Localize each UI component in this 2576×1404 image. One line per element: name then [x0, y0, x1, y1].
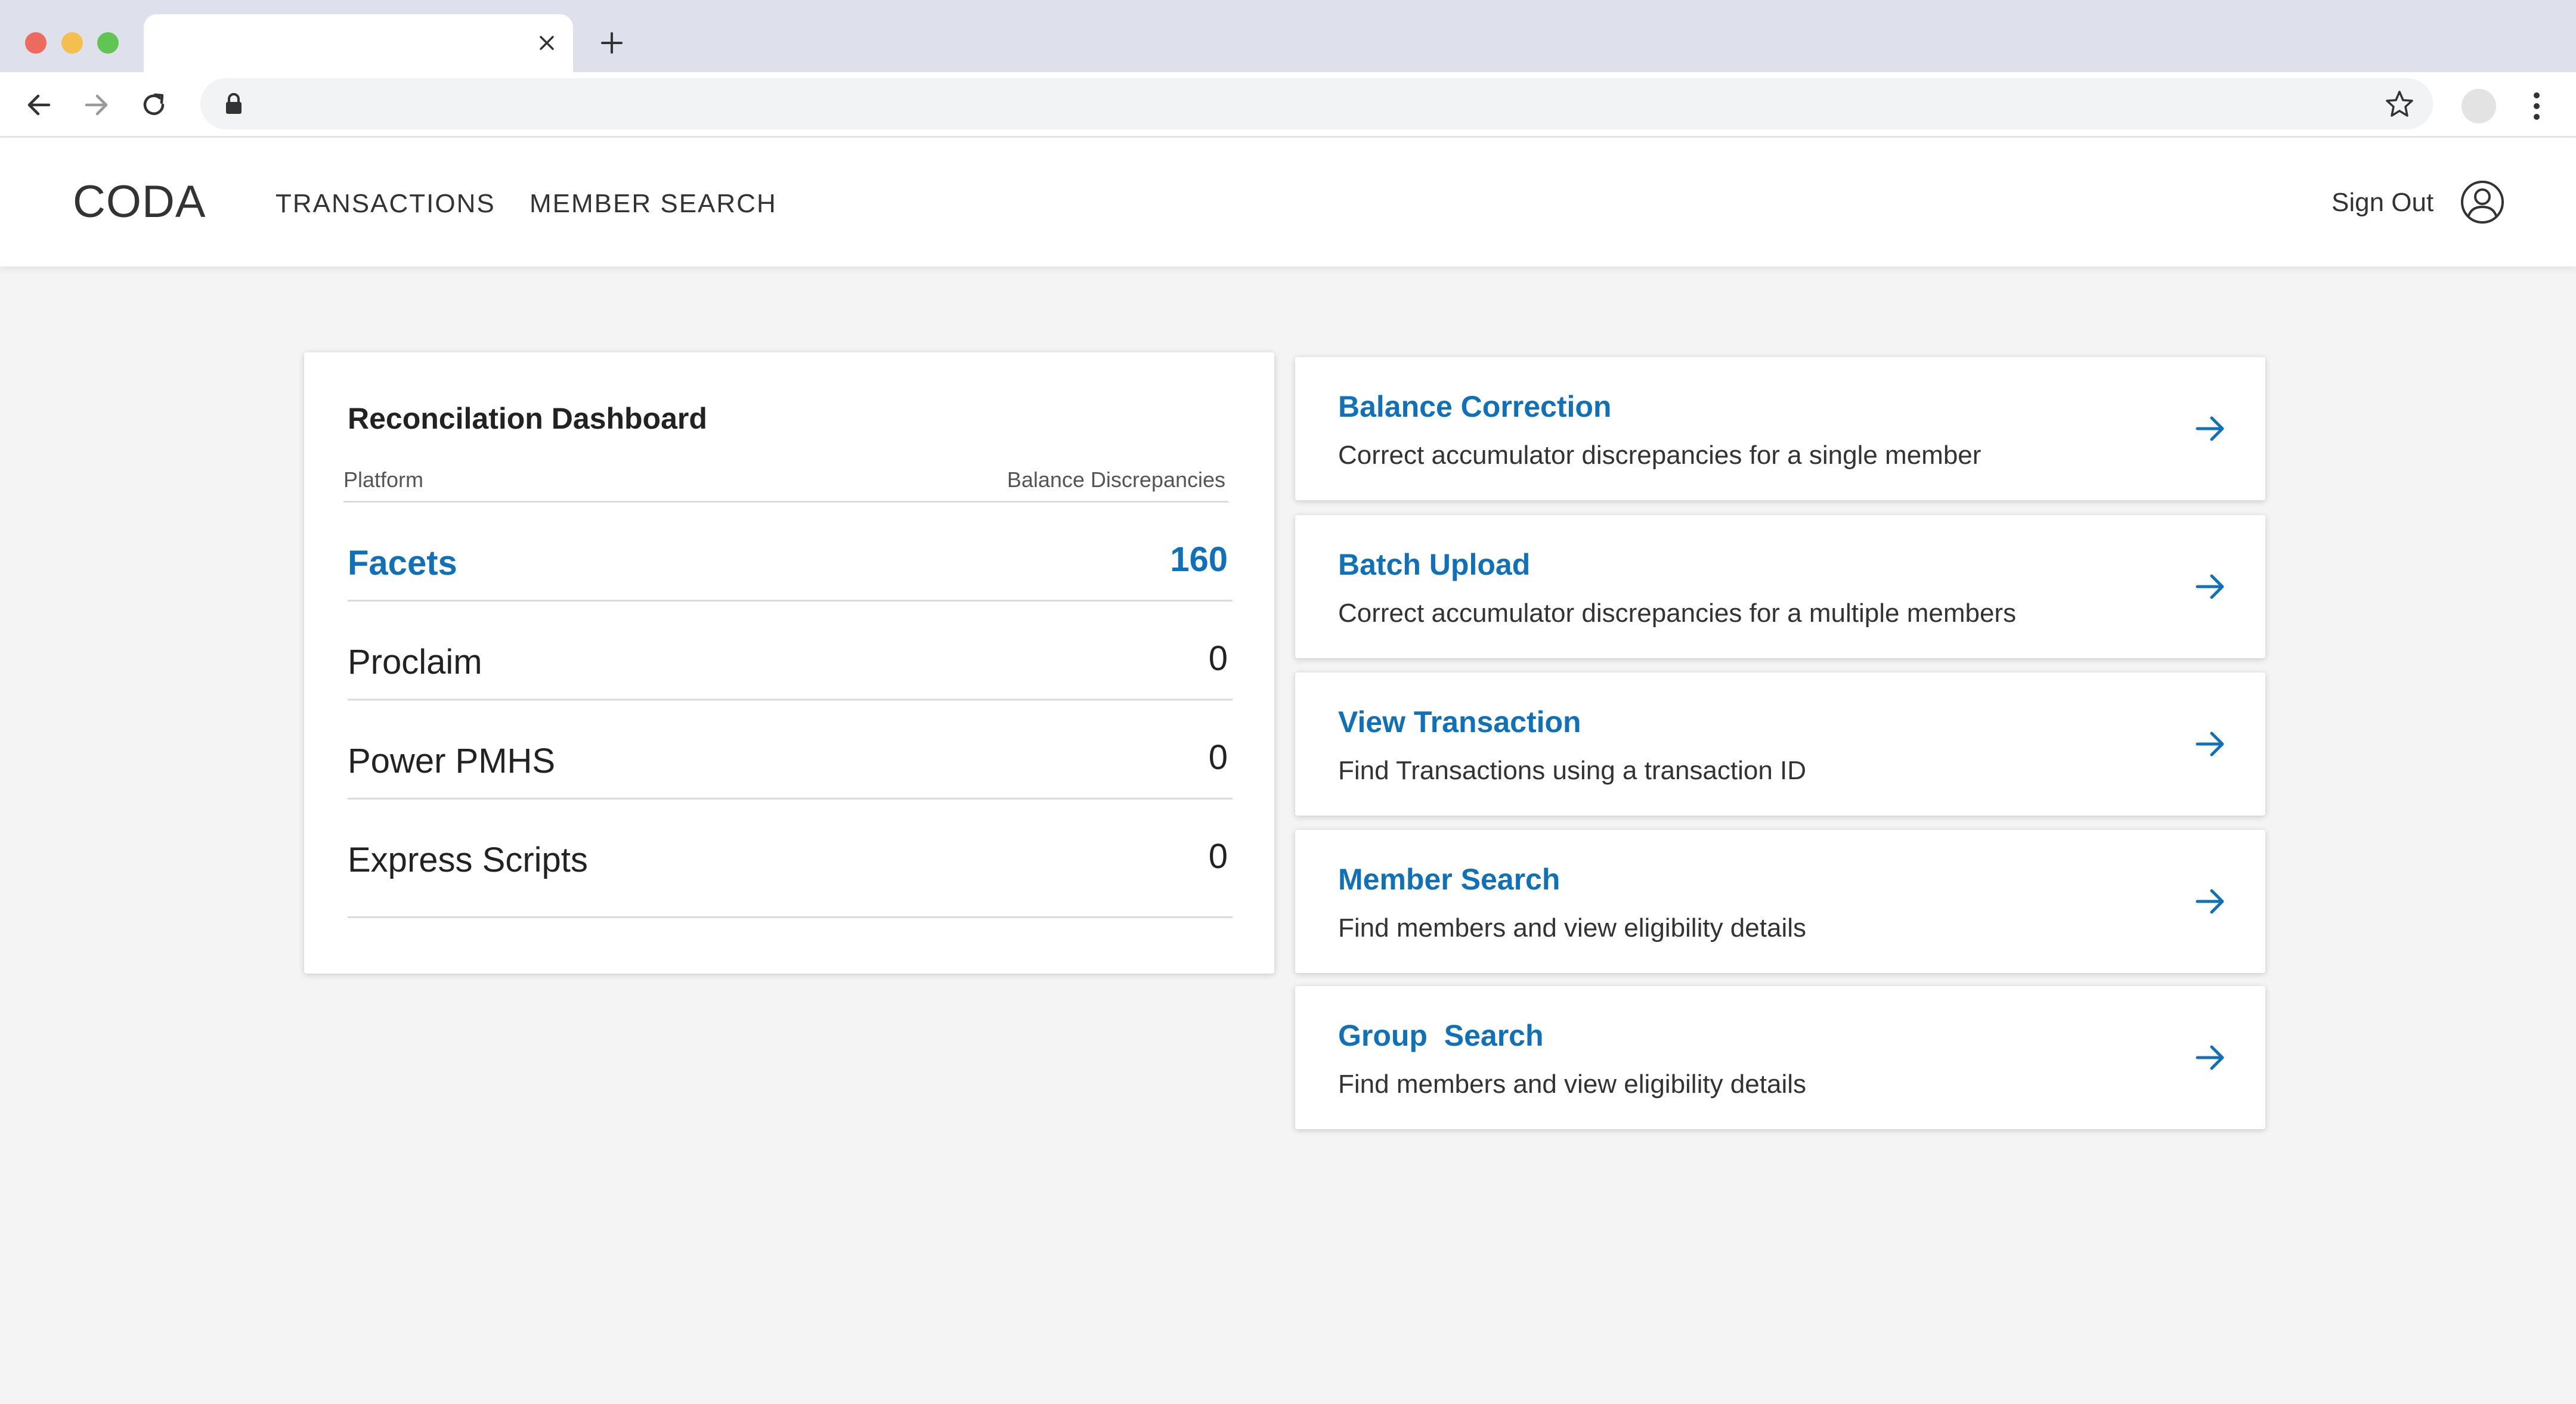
card-description: Correct accumulator discrepancies for a … — [1338, 441, 1981, 470]
window-maximize-button[interactable] — [97, 32, 119, 54]
browser-menu-button[interactable] — [2524, 88, 2550, 125]
platform-name: Facets — [348, 544, 457, 582]
card-title: Member Search — [1338, 863, 1561, 896]
brand-logo[interactable]: CODA — [73, 176, 206, 228]
batch-upload-card[interactable]: Batch Upload Correct accumulator discrep… — [1295, 515, 2265, 658]
browser-toolbar — [0, 72, 2576, 138]
user-circle-icon[interactable] — [2459, 178, 2506, 226]
arrow-right-icon — [2196, 889, 2224, 914]
view-transaction-card[interactable]: View Transaction Find Transactions using… — [1295, 672, 2265, 816]
arrow-right-icon — [2196, 732, 2224, 757]
discrepancy-count: 160 — [1170, 540, 1228, 579]
arrow-right-icon — [2196, 574, 2224, 599]
nav-member-search[interactable]: MEMBER SEARCH — [530, 189, 777, 219]
card-description: Find members and view eligibility detail… — [1338, 913, 1806, 943]
star-icon[interactable] — [2384, 89, 2415, 120]
nav-transactions[interactable]: TRANSACTIONS — [275, 189, 496, 219]
window-close-button[interactable] — [25, 32, 47, 54]
lock-icon — [226, 93, 242, 114]
address-bar[interactable] — [200, 78, 2433, 129]
member-search-card[interactable]: Member Search Find members and view elig… — [1295, 830, 2265, 973]
platform-name: Proclaim — [348, 643, 482, 681]
column-header-discrepancies: Balance Discrepancies — [1007, 467, 1225, 492]
platform-name: Power PMHS — [348, 742, 556, 780]
forward-arrow-icon — [85, 94, 108, 116]
window-minimize-button[interactable] — [61, 32, 83, 54]
browser-tab[interactable] — [144, 14, 573, 72]
card-title: Batch Upload — [1338, 548, 1531, 581]
platform-row-facets[interactable]: Facets 160 — [348, 503, 1233, 602]
card-title: Reconcilation Dashboard — [348, 402, 707, 435]
profile-avatar[interactable] — [2462, 89, 2496, 123]
column-header-platform: Platform — [343, 467, 424, 492]
card-description: Find members and view eligibility detail… — [1338, 1070, 1806, 1099]
plus-icon — [601, 32, 623, 54]
close-icon — [540, 36, 554, 50]
tab-close-button[interactable] — [534, 30, 560, 56]
reload-icon — [143, 93, 165, 115]
app-header: CODA TRANSACTIONS MEMBER SEARCH Sign Out — [0, 138, 2576, 266]
address-input[interactable] — [260, 86, 2347, 121]
card-title: Group Search — [1338, 1019, 1544, 1052]
sign-out-link[interactable]: Sign Out — [2332, 188, 2433, 218]
forward-button[interactable] — [78, 86, 115, 123]
platform-row-express-scripts[interactable]: Express Scripts 0 — [348, 799, 1233, 918]
new-tab-button[interactable] — [595, 26, 628, 60]
card-title: View Transaction — [1338, 705, 1581, 739]
back-arrow-icon — [27, 94, 51, 116]
group-search-card[interactable]: Group Search Find members and view eligi… — [1295, 986, 2265, 1129]
discrepancy-count: 0 — [1208, 837, 1228, 876]
discrepancy-count: 0 — [1208, 738, 1228, 777]
kebab-menu-icon — [2534, 92, 2540, 120]
arrow-right-icon — [2196, 1045, 2224, 1070]
platform-row-power-pmhs[interactable]: Power PMHS 0 — [348, 701, 1233, 799]
arrow-right-icon — [2196, 416, 2224, 441]
card-description: Correct accumulator discrepancies for a … — [1338, 599, 2017, 628]
platform-row-proclaim[interactable]: Proclaim 0 — [348, 602, 1233, 701]
reload-button[interactable] — [135, 86, 172, 123]
card-title: Balance Correction — [1338, 390, 1612, 423]
reconciliation-dashboard-card: Reconcilation Dashboard Platform Balance… — [304, 352, 1274, 974]
browser-tabstrip — [0, 0, 2576, 72]
back-button[interactable] — [20, 86, 57, 123]
discrepancy-count: 0 — [1208, 639, 1228, 678]
card-description: Find Transactions using a transaction ID — [1338, 756, 1807, 785]
balance-correction-card[interactable]: Balance Correction Correct accumulator d… — [1295, 357, 2265, 500]
platform-name: Express Scripts — [348, 841, 588, 879]
